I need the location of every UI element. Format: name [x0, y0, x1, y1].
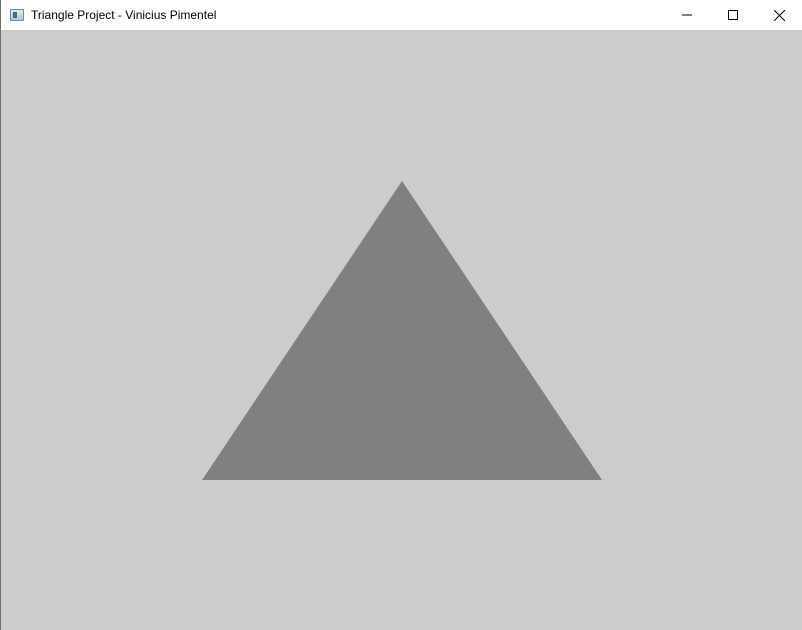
app-icon[interactable] — [10, 9, 24, 21]
minimize-button[interactable] — [664, 0, 710, 30]
render-canvas[interactable] — [1, 30, 802, 630]
app-window: Triangle Project - Vinicius Pimentel — [0, 0, 802, 630]
window-title: Triangle Project - Vinicius Pimentel — [31, 8, 217, 22]
minimize-icon — [682, 14, 692, 16]
close-button[interactable] — [756, 0, 802, 30]
maximize-icon — [728, 10, 738, 20]
maximize-button[interactable] — [710, 0, 756, 30]
close-icon — [773, 9, 785, 21]
window-controls — [664, 0, 802, 30]
title-bar[interactable]: Triangle Project - Vinicius Pimentel — [1, 0, 802, 30]
